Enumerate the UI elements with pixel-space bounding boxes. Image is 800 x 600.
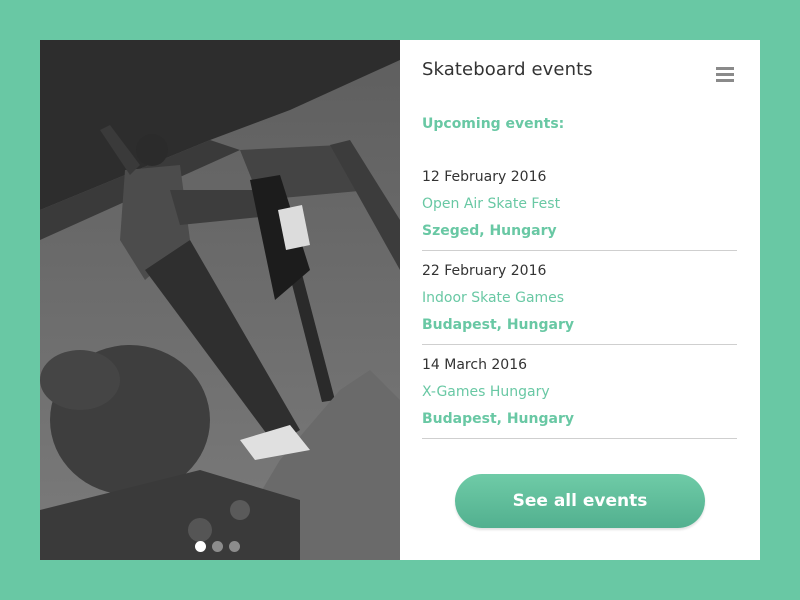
event-location: Budapest, Hungary: [422, 411, 574, 427]
event-name-link[interactable]: X-Games Hungary: [422, 384, 737, 411]
event-date: 12 February 2016: [422, 169, 547, 185]
skateboarder-image: [40, 40, 400, 560]
event-date: 22 February 2016: [422, 263, 547, 279]
event-item: 14 March 2016 X-Games Hungary Budapest, …: [422, 346, 737, 439]
carousel-dot-2[interactable]: [212, 541, 223, 552]
skateboarder-photo: [40, 40, 400, 560]
event-item: 22 February 2016 Indoor Skate Games Buda…: [422, 252, 737, 345]
see-all-events-button[interactable]: See all events: [455, 474, 705, 528]
event-name-link[interactable]: Indoor Skate Games: [422, 290, 737, 317]
hamburger-menu-icon[interactable]: [716, 67, 734, 82]
event-card: Skateboard events Upcoming events: 12 Fe…: [40, 40, 760, 560]
event-date: 14 March 2016: [422, 357, 528, 373]
carousel-dot-1[interactable]: [195, 541, 206, 552]
event-item: 12 February 2016 Open Air Skate Fest Sze…: [422, 158, 737, 251]
carousel-dot-3[interactable]: [229, 541, 240, 552]
event-name-link[interactable]: Open Air Skate Fest: [422, 196, 737, 223]
events-list: 12 February 2016 Open Air Skate Fest Sze…: [422, 158, 737, 440]
panel-title: Skateboard events: [422, 59, 593, 80]
event-location: Szeged, Hungary: [422, 223, 557, 239]
events-panel: Skateboard events Upcoming events: 12 Fe…: [400, 40, 760, 560]
carousel-dots: [195, 541, 240, 552]
event-location: Budapest, Hungary: [422, 317, 574, 333]
upcoming-events-label: Upcoming events:: [422, 116, 565, 132]
